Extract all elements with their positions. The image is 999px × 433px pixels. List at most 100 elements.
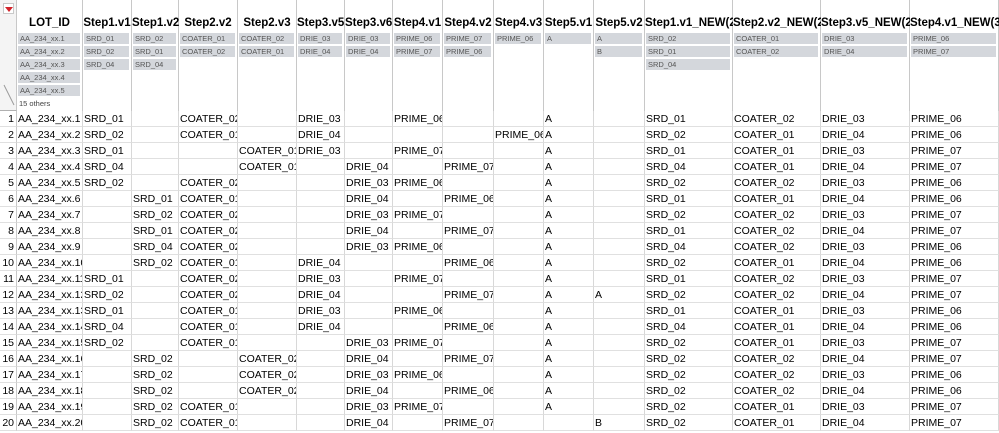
- table-cell[interactable]: SRD_02: [132, 351, 179, 367]
- table-cell[interactable]: [345, 255, 393, 271]
- table-row[interactable]: 17 AA_234_xx.17 SRD_02 COATER_02 DRIE_03 PRIM…: [0, 367, 999, 383]
- table-cell[interactable]: COATER_02: [733, 287, 821, 303]
- table-cell[interactable]: A: [544, 367, 594, 383]
- table-cell[interactable]: DRIE_03: [821, 399, 910, 415]
- table-cell[interactable]: COATER_01: [733, 319, 821, 335]
- summary-level-chip[interactable]: PRIME_06: [394, 33, 440, 44]
- table-cell[interactable]: AA_234_xx.17: [17, 367, 83, 383]
- table-cell[interactable]: PRIME_07: [910, 415, 999, 431]
- table-cell[interactable]: COATER_02: [179, 111, 238, 127]
- table-cell[interactable]: SRD_02: [645, 175, 733, 191]
- row-number[interactable]: 19: [0, 399, 17, 415]
- table-cell[interactable]: [594, 175, 645, 191]
- table-cell[interactable]: PRIME_06: [910, 191, 999, 207]
- table-cell[interactable]: DRIE_03: [345, 239, 393, 255]
- column-header-step3-v5-new-2[interactable]: Step3.v5_NEW(2) DRIE_03 DRIE_04: [821, 0, 916, 111]
- table-cell[interactable]: DRIE_03: [821, 367, 910, 383]
- summary-level-chip[interactable]: COATER_01: [239, 46, 294, 57]
- summary-level-chip[interactable]: COATER_01: [734, 33, 818, 44]
- row-number[interactable]: 20: [0, 415, 17, 431]
- table-cell[interactable]: SRD_02: [645, 127, 733, 143]
- table-cell[interactable]: [494, 111, 544, 127]
- row-number[interactable]: 4: [0, 159, 17, 175]
- row-number[interactable]: 3: [0, 143, 17, 159]
- table-row[interactable]: 15 AA_234_xx.15 SRD_02 COATER_01 DRIE_03 PRIM…: [0, 335, 999, 351]
- table-cell[interactable]: [345, 287, 393, 303]
- table-cell[interactable]: [297, 335, 345, 351]
- table-row[interactable]: 11 AA_234_xx.11 SRD_01 COATER_02 DRIE_03 PRIM…: [0, 271, 999, 287]
- table-cell[interactable]: [297, 223, 345, 239]
- summary-level-chip[interactable]: B: [595, 46, 642, 57]
- table-cell[interactable]: DRIE_04: [345, 383, 393, 399]
- table-cell[interactable]: [297, 159, 345, 175]
- table-cell[interactable]: COATER_02: [733, 223, 821, 239]
- table-cell[interactable]: [132, 271, 179, 287]
- summary-level-chip[interactable]: A: [595, 33, 642, 44]
- table-cell[interactable]: DRIE_03: [345, 399, 393, 415]
- row-number[interactable]: 8: [0, 223, 17, 239]
- table-row[interactable]: 7 AA_234_xx.7 SRD_02 COATER_02 DRIE_03 PRIME_…: [0, 207, 999, 223]
- table-cell[interactable]: DRIE_03: [297, 143, 345, 159]
- table-cell[interactable]: [494, 399, 544, 415]
- table-cell[interactable]: SRD_04: [645, 319, 733, 335]
- table-row[interactable]: 13 AA_234_xx.13 SRD_01 COATER_01 DRIE_03 PRIM…: [0, 303, 999, 319]
- table-cell[interactable]: PRIME_06: [393, 239, 443, 255]
- table-cell[interactable]: [494, 223, 544, 239]
- table-cell[interactable]: DRIE_03: [821, 239, 910, 255]
- table-cell[interactable]: [179, 159, 238, 175]
- column-header-step5-v1[interactable]: Step5.v1 A: [544, 0, 594, 111]
- table-cell[interactable]: SRD_02: [132, 415, 179, 431]
- table-row[interactable]: 18 AA_234_xx.18 SRD_02 COATER_02 DRIE_04 PRIM…: [0, 383, 999, 399]
- table-cell[interactable]: [393, 159, 443, 175]
- table-cell[interactable]: SRD_01: [645, 143, 733, 159]
- table-cell[interactable]: [83, 223, 132, 239]
- table-cell[interactable]: [594, 319, 645, 335]
- table-cell[interactable]: SRD_04: [645, 239, 733, 255]
- row-number[interactable]: 14: [0, 319, 17, 335]
- table-cell[interactable]: [494, 367, 544, 383]
- table-cell[interactable]: [345, 271, 393, 287]
- table-cell[interactable]: SRD_04: [83, 159, 132, 175]
- table-cell[interactable]: [594, 383, 645, 399]
- table-cell[interactable]: AA_234_xx.11: [17, 271, 83, 287]
- table-cell[interactable]: DRIE_04: [345, 351, 393, 367]
- table-cell[interactable]: [238, 319, 297, 335]
- table-cell[interactable]: COATER_02: [179, 207, 238, 223]
- table-cell[interactable]: AA_234_xx.1: [17, 111, 83, 127]
- column-header-step4-v1-new-3[interactable]: Step4.v1_NEW(3) PRIME_06 PRIME_07: [910, 0, 999, 111]
- table-cell[interactable]: COATER_01: [733, 335, 821, 351]
- table-cell[interactable]: COATER_01: [733, 415, 821, 431]
- table-cell[interactable]: A: [544, 239, 594, 255]
- table-cell[interactable]: DRIE_03: [821, 143, 910, 159]
- column-header-step4-v3[interactable]: Step4.v3 PRIME_06: [494, 0, 544, 111]
- table-cell[interactable]: PRIME_06: [443, 255, 494, 271]
- table-cell[interactable]: A: [544, 175, 594, 191]
- table-cell[interactable]: [297, 399, 345, 415]
- row-number[interactable]: 9: [0, 239, 17, 255]
- table-cell[interactable]: [83, 207, 132, 223]
- table-row[interactable]: 8 AA_234_xx.8 SRD_01 COATER_02 DRIE_04 PRIME_…: [0, 223, 999, 239]
- table-cell[interactable]: DRIE_04: [821, 319, 910, 335]
- table-cell[interactable]: COATER_01: [179, 335, 238, 351]
- table-cell[interactable]: DRIE_03: [345, 335, 393, 351]
- table-cell[interactable]: [443, 271, 494, 287]
- table-cell[interactable]: COATER_02: [238, 367, 297, 383]
- column-header-step1-v2[interactable]: Step1.v2 SRD_02 SRD_01 SRD_04: [132, 0, 179, 111]
- table-cell[interactable]: DRIE_04: [345, 415, 393, 431]
- table-cell[interactable]: AA_234_xx.7: [17, 207, 83, 223]
- summary-level-chip[interactable]: SRD_01: [84, 33, 129, 44]
- table-cell[interactable]: [132, 127, 179, 143]
- summary-level-chip[interactable]: A: [545, 33, 591, 44]
- table-cell[interactable]: SRD_01: [645, 271, 733, 287]
- table-cell[interactable]: SRD_02: [645, 335, 733, 351]
- summary-level-chip[interactable]: DRIE_03: [822, 33, 907, 44]
- table-cell[interactable]: PRIME_07: [910, 159, 999, 175]
- table-cell[interactable]: [238, 415, 297, 431]
- table-cell[interactable]: [494, 319, 544, 335]
- table-cell[interactable]: SRD_04: [645, 159, 733, 175]
- table-row[interactable]: 6 AA_234_xx.6 SRD_01 COATER_01 DRIE_04 PRIME_…: [0, 191, 999, 207]
- column-header-lot-id[interactable]: LOT_ID AA_234_xx.1 AA_234_xx.2 AA_234_xx.3 A…: [17, 0, 83, 111]
- table-cell[interactable]: [494, 303, 544, 319]
- summary-level-chip[interactable]: SRD_02: [646, 33, 730, 44]
- table-cell[interactable]: DRIE_03: [821, 207, 910, 223]
